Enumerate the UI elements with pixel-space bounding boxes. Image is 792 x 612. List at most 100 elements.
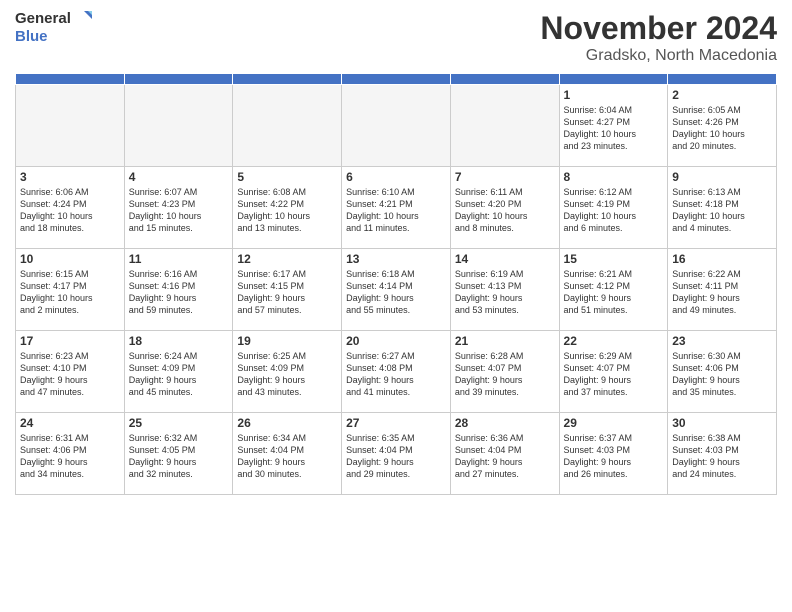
day-info: Sunrise: 6:38 AMSunset: 4:03 PMDaylight:… (672, 432, 772, 481)
table-row: 6 Sunrise: 6:10 AMSunset: 4:21 PMDaylight… (342, 167, 451, 249)
table-row: 13 Sunrise: 6:18 AMSunset: 4:14 PMDayligh… (342, 249, 451, 331)
day-info: Sunrise: 6:32 AMSunset: 4:05 PMDaylight:… (129, 432, 229, 481)
day-number: 19 (237, 334, 337, 348)
table-row: 30 Sunrise: 6:38 AMSunset: 4:03 PMDayligh… (668, 413, 777, 495)
table-row: 22 Sunrise: 6:29 AMSunset: 4:07 PMDayligh… (559, 331, 668, 413)
calendar-table: 1 Sunrise: 6:04 AMSunset: 4:27 PMDaylight… (15, 73, 777, 495)
table-row (233, 85, 342, 167)
day-number: 28 (455, 416, 555, 430)
table-row (450, 85, 559, 167)
day-number: 21 (455, 334, 555, 348)
day-number: 5 (237, 170, 337, 184)
day-info: Sunrise: 6:28 AMSunset: 4:07 PMDaylight:… (455, 350, 555, 399)
table-row: 14 Sunrise: 6:19 AMSunset: 4:13 PMDayligh… (450, 249, 559, 331)
col-thursday (450, 74, 559, 85)
day-info: Sunrise: 6:21 AMSunset: 4:12 PMDaylight:… (564, 268, 664, 317)
calendar-header-row (16, 74, 777, 85)
day-number: 8 (564, 170, 664, 184)
table-row: 1 Sunrise: 6:04 AMSunset: 4:27 PMDaylight… (559, 85, 668, 167)
col-sunday (16, 74, 125, 85)
calendar-week-row: 10 Sunrise: 6:15 AMSunset: 4:17 PMDayligh… (16, 249, 777, 331)
day-number: 11 (129, 252, 229, 266)
logo: General Blue (15, 10, 92, 45)
day-info: Sunrise: 6:16 AMSunset: 4:16 PMDaylight:… (129, 268, 229, 317)
day-info: Sunrise: 6:11 AMSunset: 4:20 PMDaylight:… (455, 186, 555, 235)
day-info: Sunrise: 6:30 AMSunset: 4:06 PMDaylight:… (672, 350, 772, 399)
day-number: 29 (564, 416, 664, 430)
calendar-week-row: 24Sunrise: 6:31 AMSunset: 4:06 PMDayligh… (16, 413, 777, 495)
day-number: 2 (672, 88, 772, 102)
day-info: Sunrise: 6:17 AMSunset: 4:15 PMDaylight:… (237, 268, 337, 317)
day-info: Sunrise: 6:10 AMSunset: 4:21 PMDaylight:… (346, 186, 446, 235)
table-row: 16 Sunrise: 6:22 AMSunset: 4:11 PMDayligh… (668, 249, 777, 331)
table-row: 27Sunrise: 6:35 AMSunset: 4:04 PMDayligh… (342, 413, 451, 495)
day-number: 9 (672, 170, 772, 184)
table-row: 18Sunrise: 6:24 AMSunset: 4:09 PMDayligh… (124, 331, 233, 413)
day-info: Sunrise: 6:24 AMSunset: 4:09 PMDaylight:… (129, 350, 229, 399)
day-number: 27 (346, 416, 446, 430)
col-friday (559, 74, 668, 85)
col-tuesday (233, 74, 342, 85)
table-row: 12 Sunrise: 6:17 AMSunset: 4:15 PMDayligh… (233, 249, 342, 331)
day-info: Sunrise: 6:22 AMSunset: 4:11 PMDaylight:… (672, 268, 772, 317)
day-info: Sunrise: 6:27 AMSunset: 4:08 PMDaylight:… (346, 350, 446, 399)
day-info: Sunrise: 6:37 AMSunset: 4:03 PMDaylight:… (564, 432, 664, 481)
day-info: Sunrise: 6:15 AMSunset: 4:17 PMDaylight:… (20, 268, 120, 317)
day-info: Sunrise: 6:25 AMSunset: 4:09 PMDaylight:… (237, 350, 337, 399)
calendar-week-row: 17 Sunrise: 6:23 AMSunset: 4:10 PMDayligh… (16, 331, 777, 413)
day-info: Sunrise: 6:04 AMSunset: 4:27 PMDaylight:… (564, 104, 664, 153)
calendar-week-row: 3Sunrise: 6:06 AMSunset: 4:24 PMDaylight… (16, 167, 777, 249)
day-number: 10 (20, 252, 120, 266)
day-number: 14 (455, 252, 555, 266)
table-row: 26 Sunrise: 6:34 AMSunset: 4:04 PMDayligh… (233, 413, 342, 495)
table-row: 3Sunrise: 6:06 AMSunset: 4:24 PMDaylight… (16, 167, 125, 249)
day-info: Sunrise: 6:23 AMSunset: 4:10 PMDaylight:… (20, 350, 120, 399)
table-row: 4Sunrise: 6:07 AMSunset: 4:23 PMDaylight… (124, 167, 233, 249)
day-info: Sunrise: 6:36 AMSunset: 4:04 PMDaylight:… (455, 432, 555, 481)
table-row: 5Sunrise: 6:08 AMSunset: 4:22 PMDaylight… (233, 167, 342, 249)
day-info: Sunrise: 6:06 AMSunset: 4:24 PMDaylight:… (20, 186, 120, 235)
table-row: 21 Sunrise: 6:28 AMSunset: 4:07 PMDayligh… (450, 331, 559, 413)
table-row: 17 Sunrise: 6:23 AMSunset: 4:10 PMDayligh… (16, 331, 125, 413)
day-number: 16 (672, 252, 772, 266)
table-row (124, 85, 233, 167)
day-info: Sunrise: 6:12 AMSunset: 4:19 PMDaylight:… (564, 186, 664, 235)
day-info: Sunrise: 6:13 AMSunset: 4:18 PMDaylight:… (672, 186, 772, 235)
day-number: 20 (346, 334, 446, 348)
day-number: 7 (455, 170, 555, 184)
table-row: 10 Sunrise: 6:15 AMSunset: 4:17 PMDayligh… (16, 249, 125, 331)
title-block: November 2024 Gradsko, North Macedonia (540, 10, 777, 65)
table-row: 15Sunrise: 6:21 AMSunset: 4:12 PMDayligh… (559, 249, 668, 331)
day-number: 24 (20, 416, 120, 430)
day-number: 22 (564, 334, 664, 348)
calendar-week-row: 1 Sunrise: 6:04 AMSunset: 4:27 PMDaylight… (16, 85, 777, 167)
day-number: 25 (129, 416, 229, 430)
table-row: 24Sunrise: 6:31 AMSunset: 4:06 PMDayligh… (16, 413, 125, 495)
col-wednesday (342, 74, 451, 85)
table-row: 7 Sunrise: 6:11 AMSunset: 4:20 PMDaylight… (450, 167, 559, 249)
table-row: 23Sunrise: 6:30 AMSunset: 4:06 PMDayligh… (668, 331, 777, 413)
table-row: 9 Sunrise: 6:13 AMSunset: 4:18 PMDaylight… (668, 167, 777, 249)
day-info: Sunrise: 6:19 AMSunset: 4:13 PMDaylight:… (455, 268, 555, 317)
day-number: 4 (129, 170, 229, 184)
table-row: 2Sunrise: 6:05 AMSunset: 4:26 PMDaylight… (668, 85, 777, 167)
table-row: 29 Sunrise: 6:37 AMSunset: 4:03 PMDayligh… (559, 413, 668, 495)
day-number: 1 (564, 88, 664, 102)
day-info: Sunrise: 6:34 AMSunset: 4:04 PMDaylight:… (237, 432, 337, 481)
table-row: 19 Sunrise: 6:25 AMSunset: 4:09 PMDayligh… (233, 331, 342, 413)
table-row: 20 Sunrise: 6:27 AMSunset: 4:08 PMDayligh… (342, 331, 451, 413)
location-title: Gradsko, North Macedonia (540, 47, 777, 65)
table-row: 8 Sunrise: 6:12 AMSunset: 4:19 PMDaylight… (559, 167, 668, 249)
day-number: 26 (237, 416, 337, 430)
day-number: 17 (20, 334, 120, 348)
day-info: Sunrise: 6:29 AMSunset: 4:07 PMDaylight:… (564, 350, 664, 399)
day-info: Sunrise: 6:18 AMSunset: 4:14 PMDaylight:… (346, 268, 446, 317)
day-number: 13 (346, 252, 446, 266)
main-container: General Blue November 2024 Gradsko, Nort… (0, 0, 792, 500)
day-number: 30 (672, 416, 772, 430)
day-number: 12 (237, 252, 337, 266)
day-number: 6 (346, 170, 446, 184)
table-row (16, 85, 125, 167)
table-row: 11 Sunrise: 6:16 AMSunset: 4:16 PMDayligh… (124, 249, 233, 331)
col-monday (124, 74, 233, 85)
